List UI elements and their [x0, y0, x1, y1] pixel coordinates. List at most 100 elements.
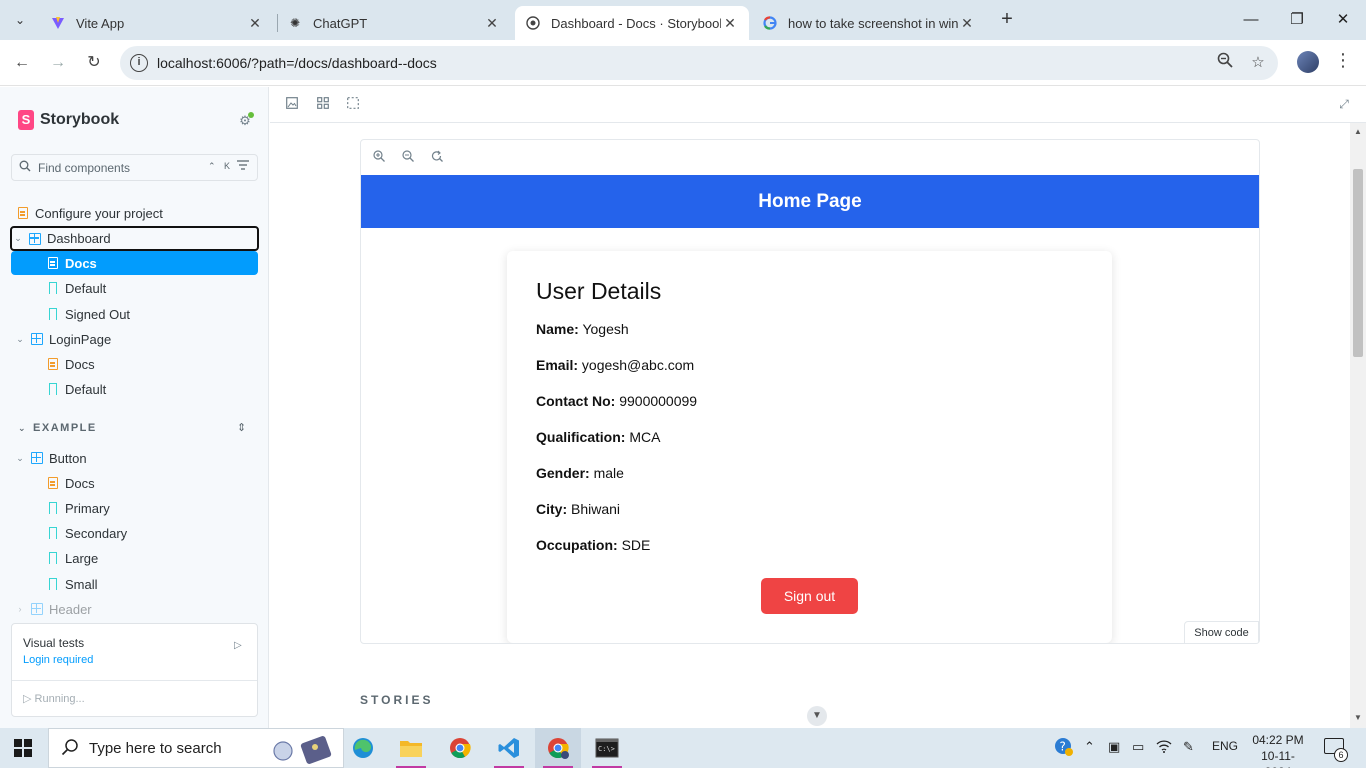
scroll-down-icon[interactable]: ▼ [1354, 713, 1362, 722]
scroll-down-badge-icon[interactable]: ▼ [807, 706, 827, 726]
close-tab-icon[interactable]: ✕ [958, 15, 976, 32]
windows-start-icon[interactable] [14, 739, 32, 757]
taskbar-search[interactable]: Type here to search [48, 728, 344, 768]
tab-google-search[interactable]: how to take screenshot in wind ✕ [752, 6, 986, 40]
restore-icon[interactable]: ❐ [1274, 0, 1320, 40]
field-value: SDE [621, 537, 651, 553]
taskbar-clock[interactable]: 04:22 PM 10-11-2024 [1248, 732, 1308, 768]
sidebar-item-button-primary[interactable]: Primary [46, 496, 256, 520]
scroll-up-icon[interactable]: ▲ [1354, 127, 1362, 136]
tab-vite-app[interactable]: Vite App ✕ [40, 6, 274, 40]
pen-icon[interactable]: ✎ [1183, 739, 1194, 755]
tab-chatgpt[interactable]: ✺ ChatGPT ✕ [277, 6, 511, 40]
section-example[interactable]: ⌄ EXAMPLE [18, 422, 97, 434]
sidebar-item-loginpage[interactable]: ⌄ LoginPage [14, 327, 254, 351]
close-window-icon[interactable]: ✕ [1320, 0, 1366, 40]
chevron-up-icon[interactable]: ⌃ [1084, 739, 1095, 755]
play-icon[interactable]: ▷ [234, 640, 242, 651]
tab-search-chevron-icon[interactable]: ⌄ [8, 8, 32, 32]
grid-icon[interactable] [316, 97, 330, 111]
site-info-icon[interactable]: i [130, 54, 148, 72]
tab-title: ChatGPT [313, 15, 368, 31]
login-required-link[interactable]: Login required [23, 654, 93, 666]
profile-avatar[interactable] [1297, 51, 1319, 73]
search-input[interactable] [38, 159, 208, 177]
scroll-thumb[interactable] [1353, 169, 1363, 357]
page-scrollbar[interactable]: ▲ ▼ [1350, 123, 1366, 728]
field-occupation: Occupation: SDE [536, 537, 650, 553]
zoom-out-icon[interactable] [401, 150, 415, 165]
search-shortcut: ⌃ K [208, 161, 234, 171]
tab-storybook-active[interactable]: Dashboard - Docs · Storybook ✕ [515, 6, 749, 40]
address-bar[interactable]: i localhost:6006/?path=/docs/dashboard--… [120, 46, 1278, 80]
back-icon[interactable]: ← [9, 50, 35, 76]
tab-title: Dashboard - Docs · Storybook [551, 15, 721, 31]
sidebar-item-button-large[interactable]: Large [46, 546, 256, 570]
sidebar-item-loginpage-docs[interactable]: Docs [46, 352, 256, 376]
sidebar-item-configure[interactable]: Configure your project [16, 201, 256, 225]
document-icon [16, 206, 30, 220]
sign-out-button[interactable]: Sign out [761, 578, 858, 614]
chevron-down-icon[interactable]: ⌄ [14, 334, 26, 345]
outline-icon[interactable] [346, 97, 360, 111]
card-title: User Details [536, 278, 662, 304]
close-tab-icon[interactable]: ✕ [246, 15, 264, 32]
help-icon[interactable]: ? [1054, 737, 1074, 760]
file-explorer-icon[interactable] [388, 728, 434, 768]
chevron-down-icon[interactable]: ⌄ [14, 453, 26, 464]
search-icon [61, 738, 79, 761]
chevron-down-icon[interactable]: ⌄ [12, 233, 24, 244]
wifi-icon[interactable] [1156, 739, 1172, 756]
expand-collapse-icon[interactable]: ⇕ [237, 421, 246, 434]
sidebar-item-dashboard-default[interactable]: Default [46, 276, 256, 300]
field-label: Occupation: [536, 537, 618, 553]
battery-icon[interactable]: ▭ [1132, 739, 1144, 755]
sidebar-item-label: Button [49, 450, 87, 466]
sidebar-item-dashboard[interactable]: ⌄ Dashboard [10, 226, 259, 251]
image-icon[interactable] [285, 97, 299, 111]
component-search: ⌃ K [11, 154, 258, 181]
sidebar-item-header[interactable]: › Header [14, 597, 254, 621]
sidebar-item-loginpage-default[interactable]: Default [46, 377, 256, 401]
zoom-reset-icon[interactable] [430, 150, 444, 165]
minimize-icon[interactable]: — [1228, 0, 1274, 40]
close-tab-icon[interactable]: ✕ [721, 15, 739, 32]
vscode-icon[interactable] [486, 728, 532, 768]
fullscreen-icon[interactable]: ⤢ [1337, 97, 1351, 111]
new-tab-icon[interactable]: + [995, 8, 1019, 32]
zoom-icon[interactable] [1214, 52, 1236, 74]
chrome-icon[interactable] [437, 728, 483, 768]
preview-zoom-toolbar [361, 140, 1259, 175]
forward-icon[interactable]: → [45, 50, 71, 76]
sidebar-item-dashboard-docs[interactable]: Docs [11, 251, 258, 275]
chrome-profile-icon[interactable] [535, 728, 581, 768]
component-icon [28, 232, 42, 246]
reload-icon[interactable]: ↻ [81, 50, 107, 76]
bookmark-icon [46, 307, 60, 321]
browser-toolbar: ← → ↻ i localhost:6006/?path=/docs/dashb… [0, 40, 1366, 86]
browser-menu-icon[interactable]: ⋮ [1334, 50, 1352, 71]
zoom-in-icon[interactable] [372, 150, 386, 165]
show-code-button[interactable]: Show code [1184, 621, 1259, 643]
sidebar-item-button-docs[interactable]: Docs [46, 471, 256, 495]
sidebar-item-button[interactable]: ⌄ Button [14, 446, 254, 470]
field-label: Gender: [536, 465, 590, 481]
bookmark-star-icon[interactable]: ☆ [1247, 52, 1269, 74]
url-text[interactable]: localhost:6006/?path=/docs/dashboard--do… [157, 55, 437, 71]
chevron-right-icon[interactable]: › [14, 604, 26, 614]
field-value: 9900000099 [619, 393, 698, 409]
settings-gear-icon[interactable]: ⚙ [237, 112, 254, 129]
sidebar-item-signed-out[interactable]: Signed Out [46, 302, 256, 326]
filter-icon[interactable] [237, 159, 249, 173]
sidebar-item-button-secondary[interactable]: Secondary [46, 521, 256, 545]
google-icon [762, 15, 778, 31]
storybook-logo[interactable]: S Storybook [18, 110, 119, 130]
field-name: Name: Yogesh [536, 321, 629, 337]
language-indicator[interactable]: ENG [1212, 739, 1238, 753]
meet-icon[interactable]: ▣ [1108, 739, 1120, 755]
close-tab-icon[interactable]: ✕ [483, 15, 501, 32]
terminal-icon[interactable]: C:\> [584, 728, 630, 768]
sidebar-item-button-small[interactable]: Small [46, 572, 256, 596]
edge-icon[interactable] [340, 728, 386, 768]
canvas-toolbar: ⤢ [270, 87, 1366, 123]
